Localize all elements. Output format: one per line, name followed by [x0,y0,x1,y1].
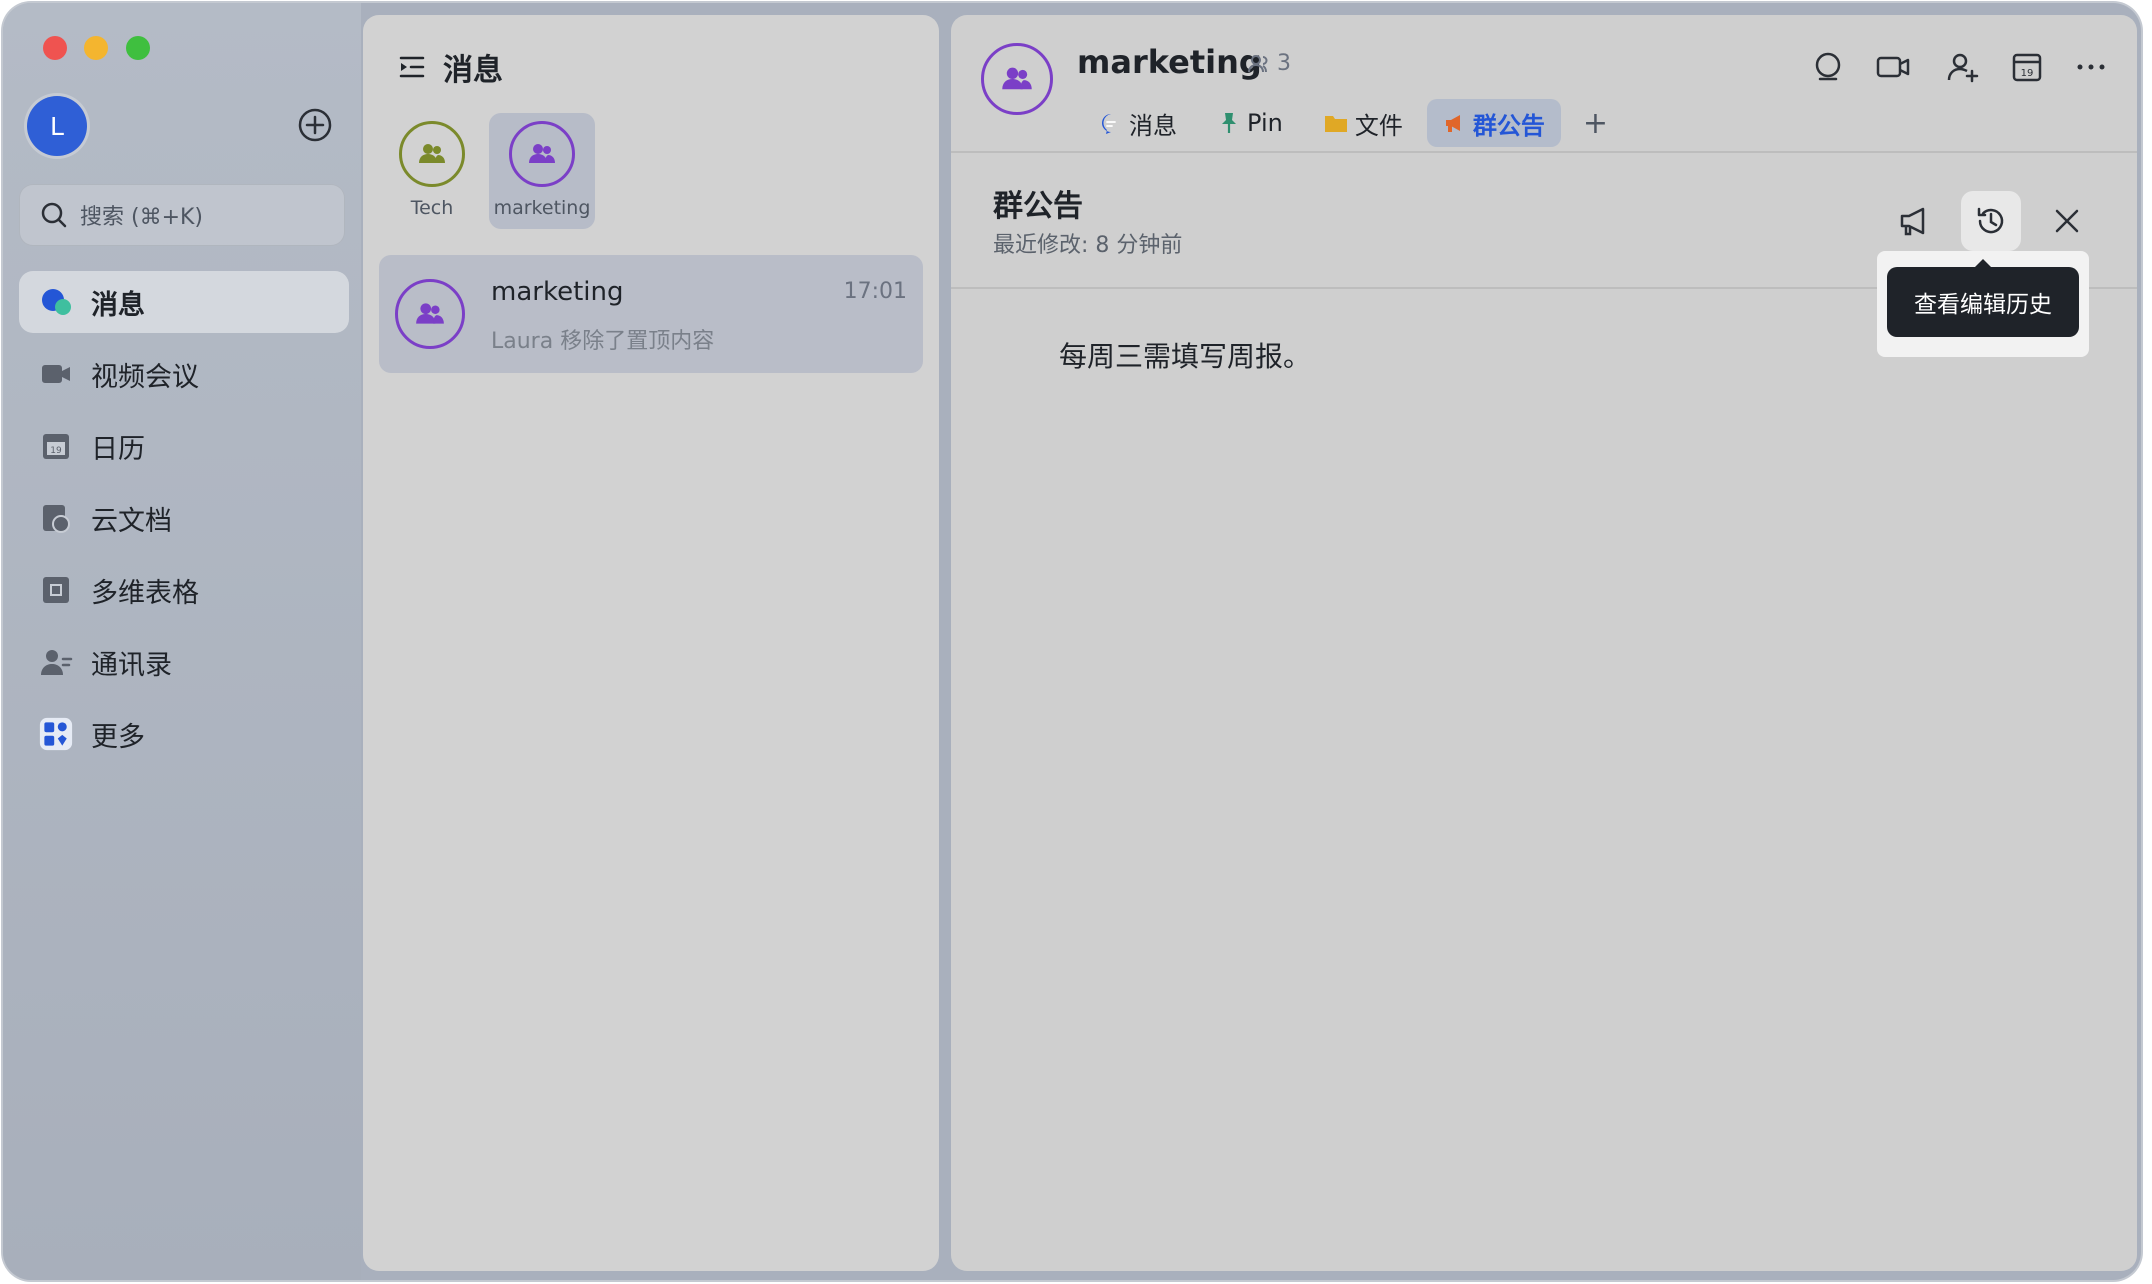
conversation-time: 17:01 [843,279,907,304]
search-input[interactable]: 搜索 (⌘+K) [19,184,345,246]
conversation-name: marketing [491,277,624,307]
add-circle-icon[interactable] [297,107,333,143]
add-member-icon[interactable] [1943,47,1983,87]
chat-avatar[interactable] [981,43,1053,115]
svg-text:19: 19 [2021,68,2034,79]
message-list-panel: 消息 Tech marketing marketing 17:01 Laura … [363,15,939,1271]
sidebar-item-label: 云文档 [91,505,172,537]
tab-pin[interactable]: Pin [1201,99,1299,147]
conversation-item[interactable]: marketing 17:01 Laura 移除了置顶内容 [379,255,923,373]
sidebar-item-base[interactable]: 多维表格 [19,559,349,621]
group-icon [395,279,465,349]
sidebar-item-calendar[interactable]: 19 日历 [19,415,349,477]
zoom-window-button[interactable] [126,36,150,60]
folder-icon [1324,116,1347,132]
chat-bubble-icon [1101,114,1116,134]
sidebar-item-label: 消息 [91,289,145,321]
add-tab-button[interactable]: + [1569,106,1622,141]
chat-tabs: 消息 Pin 文件 群公告 + [1083,99,1622,147]
member-count[interactable]: 3 [1247,51,1291,76]
sidebar-item-docs[interactable]: 云文档 [19,487,349,549]
megaphone-icon [1900,207,1925,236]
sidebar-item-contacts[interactable]: 通讯录 [19,631,349,693]
megaphone-button[interactable] [1885,191,1945,251]
cloud-doc-icon [39,501,73,535]
video-camera-icon [39,357,73,391]
more-apps-icon [39,717,73,751]
more-options-icon[interactable] [2071,47,2111,87]
list-title: 消息 [443,53,503,88]
members-icon [1248,54,1268,72]
sidebar-item-label: 视频会议 [91,361,199,393]
tab-announcement[interactable]: 群公告 [1426,99,1561,147]
member-count-value: 3 [1277,51,1291,76]
announcement-body: 每周三需填写周报。 [1059,340,1312,373]
user-avatar[interactable]: L [27,96,87,156]
list-header: 消息 [397,45,503,89]
tab-label: 文件 [1354,111,1403,140]
close-icon [2055,209,2079,233]
sidebar-item-video-meeting[interactable]: 视频会议 [19,343,349,405]
pinned-chat-label: Tech [410,197,454,219]
contacts-icon [39,645,73,679]
pinned-chat-marketing[interactable]: marketing [489,113,595,229]
sidebar: L 搜索 (⌘+K) 消息 视频会议 19 日历 云文档 多维表格 通讯录 更多 [3,3,361,1280]
app-window: L 搜索 (⌘+K) 消息 视频会议 19 日历 云文档 多维表格 通讯录 更多… [3,3,2141,1280]
base-table-icon [39,573,73,607]
edit-history-tooltip: 查看编辑历史 [1887,267,2079,337]
sidebar-item-label: 通讯录 [91,649,172,681]
video-call-icon[interactable] [1873,47,1913,87]
sidebar-item-label: 日历 [91,433,145,465]
search-icon [41,202,67,228]
calendar-icon: 19 [39,429,73,463]
pinned-chat-tech[interactable]: Tech [379,113,485,229]
sidebar-item-label: 多维表格 [91,577,199,609]
sidebar-item-messages[interactable]: 消息 [19,271,349,333]
collapse-sidebar-icon[interactable] [397,52,427,82]
edit-history-button[interactable] [1961,191,2021,251]
announcement-last-modified: 最近修改: 8 分钟前 [993,233,1183,258]
group-icon [399,121,465,187]
search-placeholder: 搜索 (⌘+K) [80,205,204,230]
close-announcement-button[interactable] [2037,191,2097,251]
sidebar-item-more[interactable]: 更多 [19,703,349,765]
svg-text:19: 19 [50,446,62,456]
chat-bubble-icon [39,285,73,319]
pinned-chat-label: marketing [493,197,591,219]
pin-icon [1222,113,1236,133]
tab-messages[interactable]: 消息 [1083,99,1193,147]
chat-panel: marketing 3 19 消息 Pin 文件 群公告 + 群公告 最近修改:… [951,15,2137,1271]
close-window-button[interactable] [43,36,67,60]
tab-label: 群公告 [1472,111,1545,140]
announcement-title: 群公告 [993,189,1083,224]
search-chat-icon[interactable] [1809,47,1849,87]
chat-header: marketing 3 19 消息 Pin 文件 群公告 + [951,15,2137,153]
tooltip-container: 查看编辑历史 [1877,251,2089,357]
megaphone-icon [1445,115,1460,132]
tab-label: Pin [1247,109,1283,137]
minimize-window-button[interactable] [84,36,108,60]
tab-label: 消息 [1129,111,1177,140]
chat-title[interactable]: marketing [1077,43,1262,81]
conversation-preview: Laura 移除了置顶内容 [491,329,715,354]
tab-files[interactable]: 文件 [1307,99,1419,147]
calendar-icon[interactable]: 19 [2007,47,2047,87]
history-icon [1977,207,2004,234]
sidebar-item-label: 更多 [91,721,145,753]
group-icon [509,121,575,187]
